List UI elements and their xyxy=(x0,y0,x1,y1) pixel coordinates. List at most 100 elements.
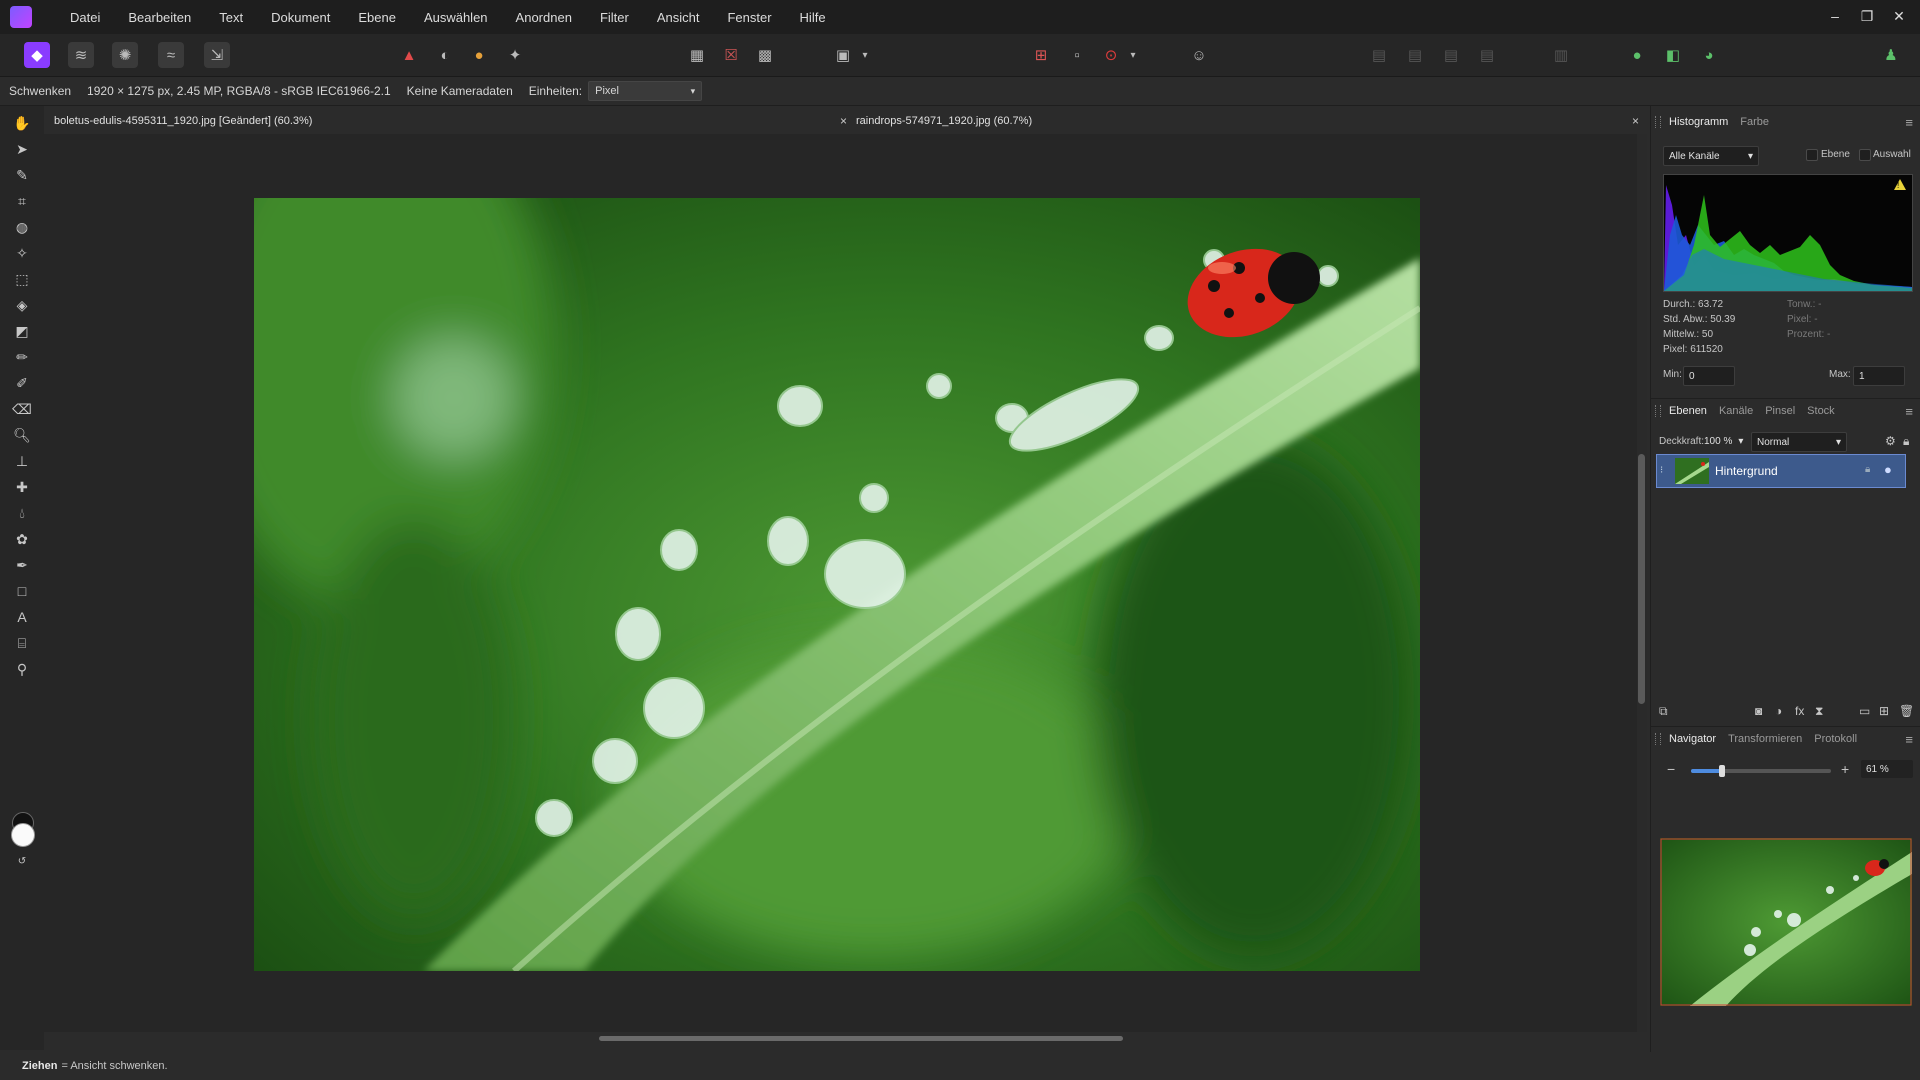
lock-icon[interactable]: 🔒︎ xyxy=(1903,434,1909,449)
units-select[interactable]: Pixel ▾ xyxy=(588,81,703,101)
white-balance-icon[interactable]: ◐ xyxy=(432,42,458,68)
zoom-slider[interactable] xyxy=(1691,765,1831,777)
arrange-backward-icon[interactable]: ▤ xyxy=(1402,42,1428,68)
arrange-front-icon[interactable]: ▤ xyxy=(1474,42,1500,68)
menu-dokument[interactable]: Dokument xyxy=(257,10,344,25)
max-input[interactable]: 1 xyxy=(1853,366,1905,386)
vertical-scrollbar[interactable] xyxy=(1637,134,1647,1032)
panel-menu-icon[interactable]: ≡ xyxy=(1905,732,1913,747)
horizontal-scrollbar[interactable] xyxy=(44,1032,1638,1044)
align-icon[interactable]: ▥ xyxy=(1548,42,1574,68)
rectangle-tool-icon[interactable]: □ xyxy=(9,580,35,602)
text-tool-icon[interactable]: A xyxy=(9,606,35,628)
magnet-icon[interactable]: ⊙ xyxy=(1098,42,1124,68)
pixel-tool-icon[interactable]: ✐ xyxy=(9,372,35,394)
tab-kanaele[interactable]: Kanäle xyxy=(1719,405,1753,417)
hsl-icon[interactable]: ● xyxy=(466,42,492,68)
selection-mode-icon[interactable]: ▦ xyxy=(684,42,710,68)
zoom-slider-knob[interactable] xyxy=(1718,765,1725,777)
menu-ansicht[interactable]: Ansicht xyxy=(643,10,714,25)
menu-anordnen[interactable]: Anordnen xyxy=(502,10,586,25)
tab-pinsel[interactable]: Pinsel xyxy=(1765,405,1795,417)
develop-persona-icon[interactable]: ✺ xyxy=(112,42,138,68)
panel-grip-icon[interactable] xyxy=(1655,116,1661,128)
assistant-icon[interactable]: ☺ xyxy=(1186,42,1212,68)
delete-layer-icon[interactable]: 🗑︎ xyxy=(1899,704,1914,718)
marquee-tool-icon[interactable]: ⬚ xyxy=(9,268,35,290)
deselect-icon[interactable]: ☒ xyxy=(718,42,744,68)
layer-stack-icon[interactable]: ⧉ xyxy=(1659,704,1668,719)
gradient-tool-icon[interactable]: ◩ xyxy=(9,320,35,342)
secondary-color-swatch[interactable] xyxy=(11,823,35,847)
close-window-button[interactable]: ✕ xyxy=(1886,4,1912,28)
layer-row-hintergrund[interactable]: ⁝ Hintergrund 🔒︎ ● xyxy=(1656,454,1906,488)
arrange-back-icon[interactable]: ▤ xyxy=(1366,42,1392,68)
panel-grip-icon[interactable] xyxy=(1655,405,1661,417)
menu-ebene[interactable]: Ebene xyxy=(344,10,410,25)
swap-colors-icon[interactable]: ↺ xyxy=(9,850,35,872)
hand-tool-icon[interactable]: ✋ xyxy=(9,112,35,134)
tab-ebenen[interactable]: Ebenen xyxy=(1669,405,1707,417)
tab-raindrops[interactable]: raindrops-574971_1920.jpg (60.7%) × xyxy=(856,108,1646,134)
close-tab-icon[interactable]: × xyxy=(840,114,847,128)
zoom-in-button[interactable]: + xyxy=(1841,761,1849,777)
minimize-button[interactable]: – xyxy=(1822,4,1848,28)
document-image[interactable] xyxy=(254,198,1420,971)
vertical-scroll-thumb[interactable] xyxy=(1638,454,1645,704)
selection-checkbox[interactable] xyxy=(1859,149,1871,161)
erase-brush-tool-icon[interactable]: ⌫ xyxy=(9,398,35,420)
min-input[interactable]: 0 xyxy=(1683,366,1735,386)
account-icon[interactable]: ♟ xyxy=(1878,42,1904,68)
menu-datei[interactable]: Datei xyxy=(56,10,114,25)
sponge-tool-icon[interactable]: ✿ xyxy=(9,528,35,550)
adjustment-layer-icon[interactable]: ◑ xyxy=(1775,704,1782,718)
blend-mode-select[interactable]: Normal ▾ xyxy=(1751,432,1847,452)
tab-boletus[interactable]: boletus-edulis-4595311_1920.jpg [Geänder… xyxy=(54,108,854,134)
pen-tool-icon[interactable]: ✒ xyxy=(9,554,35,576)
opacity-input[interactable]: 100 % ▾ xyxy=(1699,432,1749,450)
panel-menu-icon[interactable]: ≡ xyxy=(1905,115,1913,130)
layer-settings-icon[interactable]: ⚙ xyxy=(1885,434,1896,448)
menu-fenster[interactable]: Fenster xyxy=(713,10,785,25)
levels-icon[interactable]: ▲ xyxy=(396,42,422,68)
restore-button[interactable]: ❐ xyxy=(1854,4,1880,28)
export-persona-icon[interactable]: ⇲ xyxy=(204,42,230,68)
navigator-preview[interactable] xyxy=(1660,838,1912,1006)
mesh-warp-tool-icon[interactable]: ⌸ xyxy=(9,632,35,654)
flood-select-tool-icon[interactable]: ✧ xyxy=(9,242,35,264)
tone-mapping-persona-icon[interactable]: ≈ xyxy=(158,42,184,68)
horizontal-scroll-thumb[interactable] xyxy=(599,1036,1123,1041)
flood-fill-tool-icon[interactable]: ◈ xyxy=(9,294,35,316)
channel-select[interactable]: Alle Kanäle ▾ xyxy=(1663,146,1759,166)
boolean-subtract-icon[interactable]: ◧ xyxy=(1660,42,1686,68)
menu-auswaehlen[interactable]: Auswählen xyxy=(410,10,502,25)
layer-visibility-icon[interactable]: ● xyxy=(1884,462,1892,477)
tab-navigator[interactable]: Navigator xyxy=(1669,733,1716,745)
crop-tool-icon[interactable]: ⌗ xyxy=(9,190,35,212)
snapping-icon[interactable]: ⊞ xyxy=(1028,42,1054,68)
menu-bearbeiten[interactable]: Bearbeiten xyxy=(114,10,205,25)
menu-text[interactable]: Text xyxy=(205,10,257,25)
snapping-dropdown-icon[interactable]: ▾ xyxy=(1126,42,1140,68)
tab-transformieren[interactable]: Transformieren xyxy=(1728,733,1802,745)
paint-brush-tool-icon[interactable]: ✏ xyxy=(9,346,35,368)
tab-farbe[interactable]: Farbe xyxy=(1740,116,1769,128)
panel-menu-icon[interactable]: ≡ xyxy=(1905,404,1913,419)
move-tool-icon[interactable]: ➤ xyxy=(9,138,35,160)
menu-hilfe[interactable]: Hilfe xyxy=(786,10,840,25)
auto-adjust-icon[interactable]: ✦ xyxy=(502,42,528,68)
dodge-tool-icon[interactable]: 🔍︎ xyxy=(9,424,35,446)
layer-lock-icon[interactable]: 🔒︎ xyxy=(1865,464,1870,475)
live-filter-icon[interactable]: fx xyxy=(1795,704,1804,718)
grid-icon[interactable]: ▫ xyxy=(1064,42,1090,68)
affinity-photo-logo-icon[interactable] xyxy=(10,6,32,28)
clone-tool-icon[interactable]: ⊥ xyxy=(9,450,35,472)
layer-checkbox[interactable] xyxy=(1806,149,1818,161)
selection-brush-tool-icon[interactable]: ◍ xyxy=(9,216,35,238)
layer-expand-icon[interactable]: ⁝ xyxy=(1660,465,1663,476)
quick-mask-dropdown-icon[interactable]: ▾ xyxy=(858,42,872,68)
boolean-intersect-icon[interactable]: ◕ xyxy=(1696,42,1722,68)
healing-brush-tool-icon[interactable]: ✚ xyxy=(9,476,35,498)
add-layer-icon[interactable]: ⊞ xyxy=(1879,704,1889,718)
liquify-persona-icon[interactable]: ≋ xyxy=(68,42,94,68)
